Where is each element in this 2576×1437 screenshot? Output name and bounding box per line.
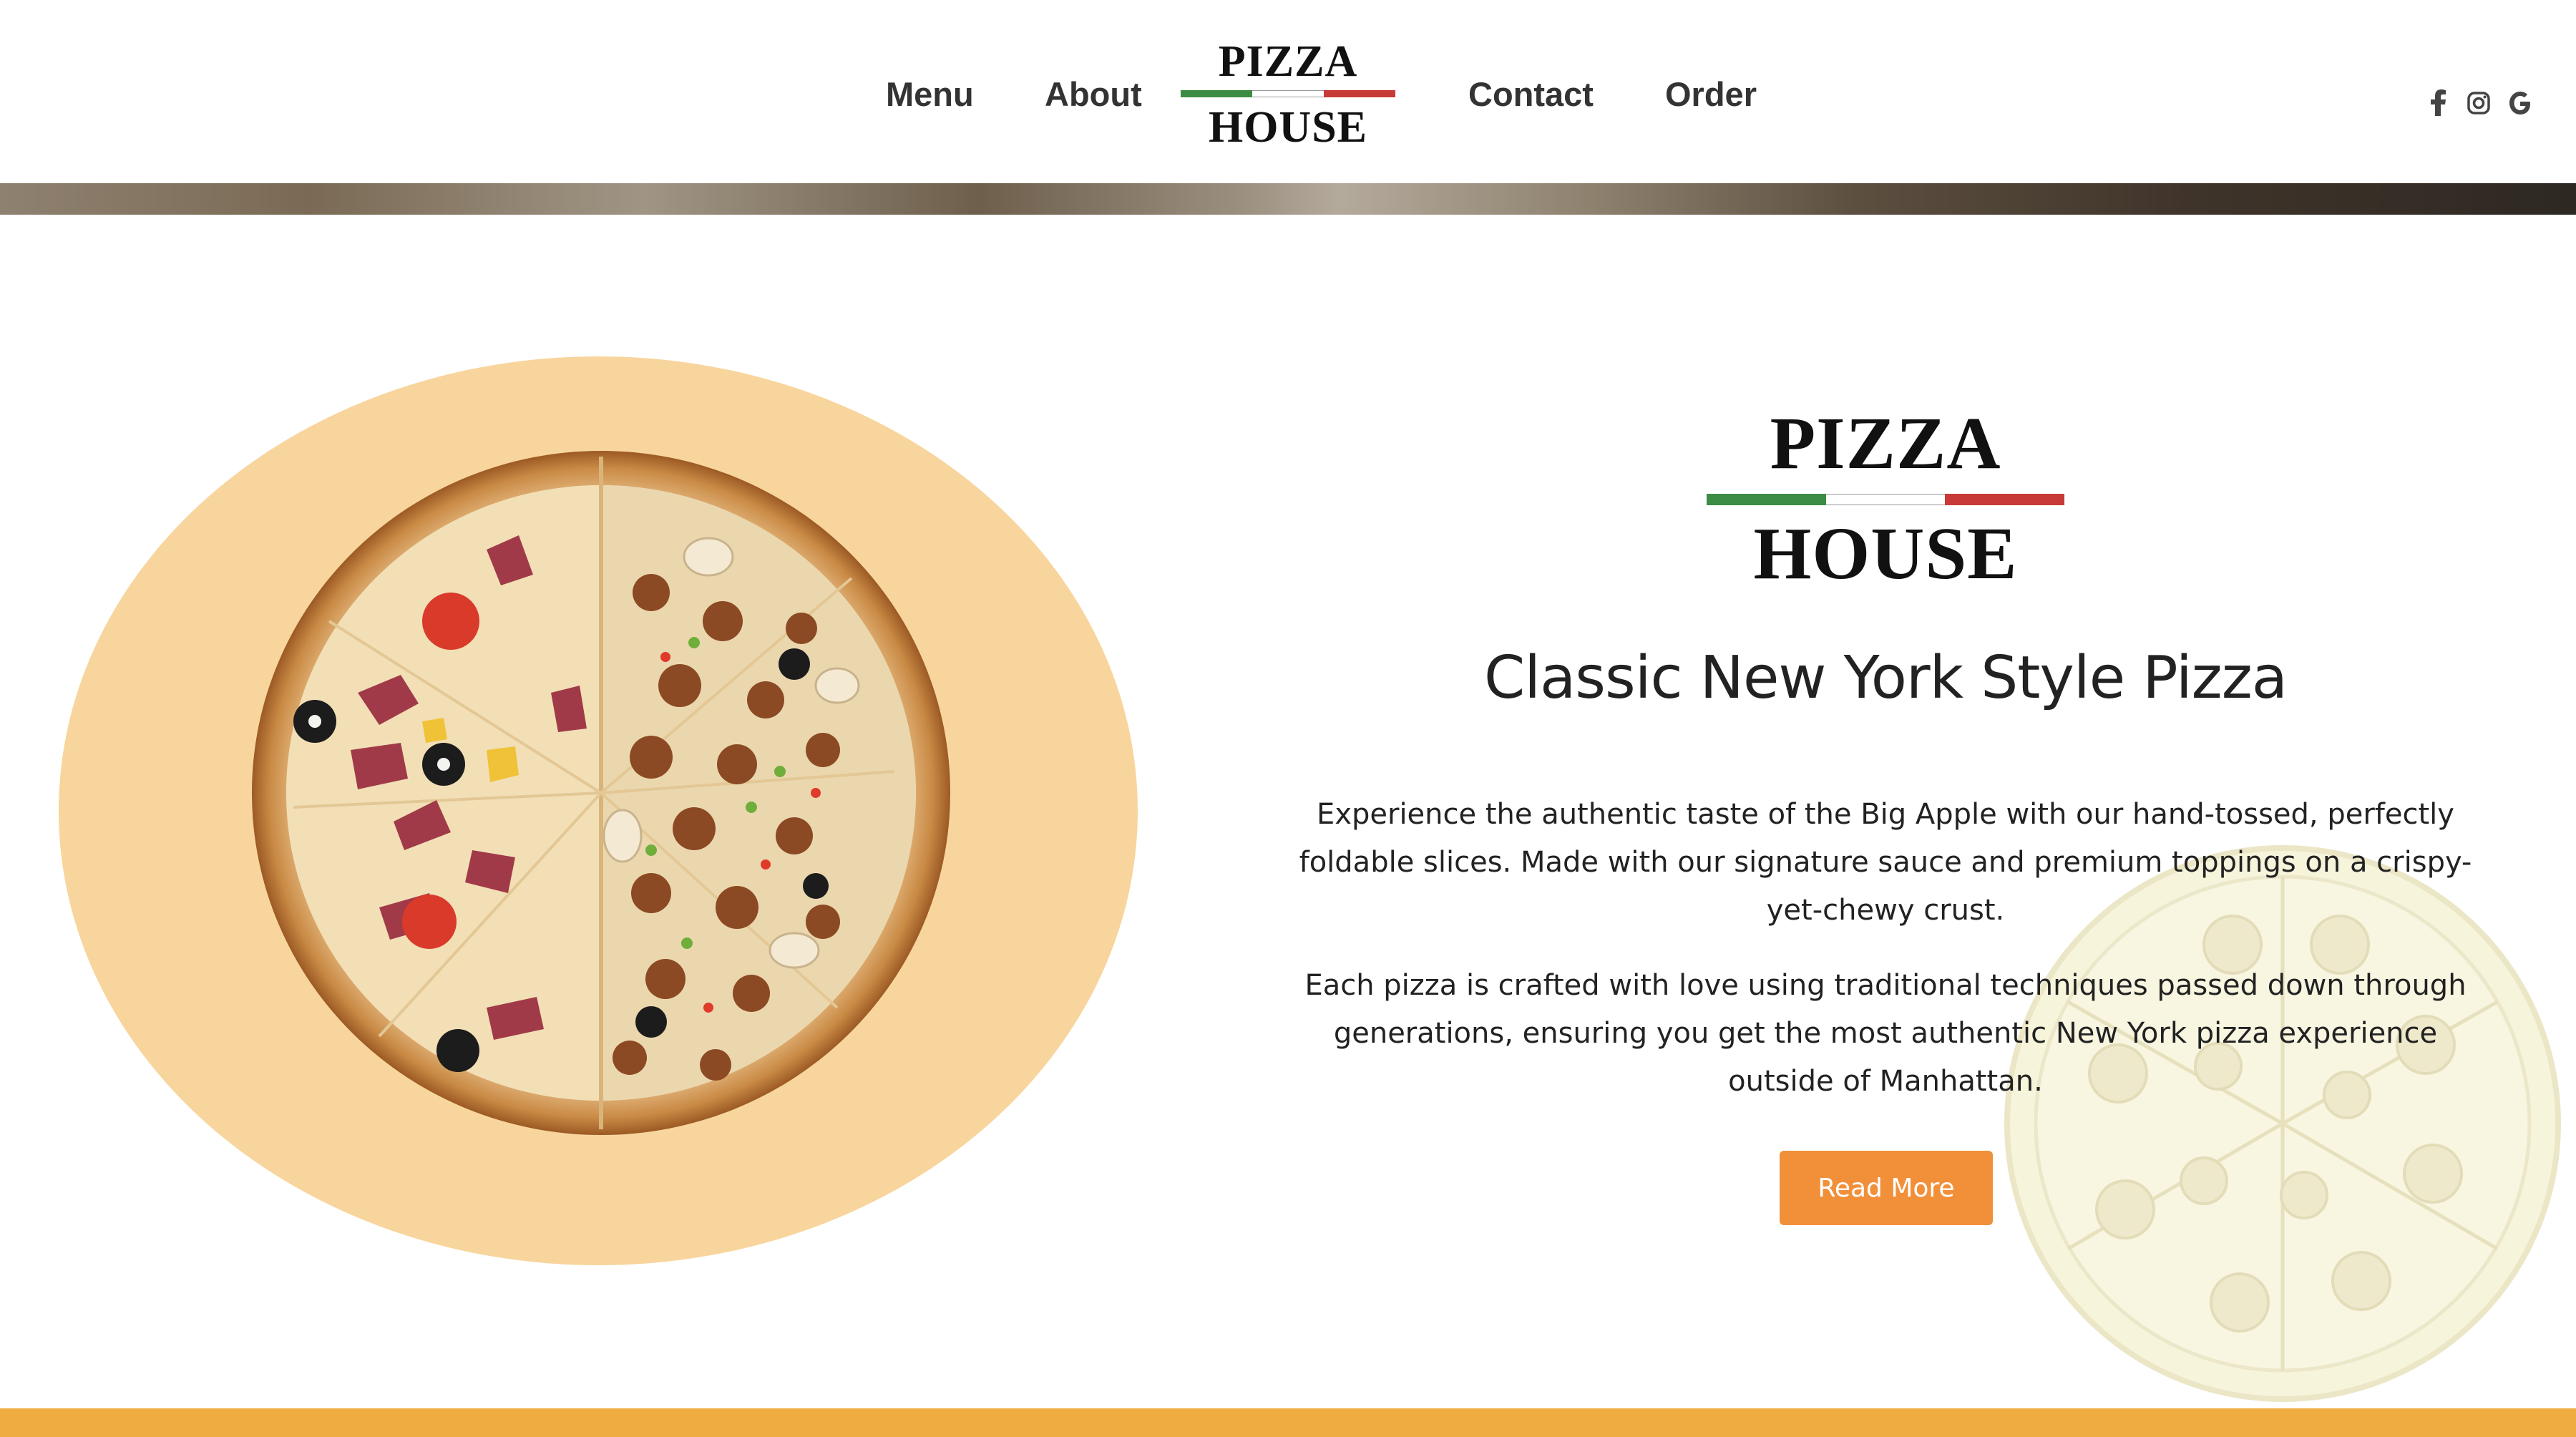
italian-flag-stripe [1181, 90, 1395, 97]
hero-image-strip [0, 183, 2576, 215]
nav-contact-link[interactable]: Contact [1468, 66, 1594, 123]
logo-word-house: HOUSE [1208, 103, 1368, 152]
pizza-image [252, 451, 950, 1135]
header-logo[interactable]: PIZZA HOUSE [1179, 34, 1397, 153]
nav-menu-link[interactable]: Menu [886, 66, 974, 123]
hero-paragraph-2: Each pizza is crafted with love using tr… [1304, 969, 2467, 1098]
hero-subtitle: Classic New York Style Pizza [1483, 644, 2288, 712]
site-header: Menu About PIZZA HOUSE Contact Order [0, 0, 2576, 183]
hero-paragraph-1: Experience the authentic taste of the Bi… [1299, 798, 2472, 927]
logo-word-pizza: PIZZA [1218, 37, 1358, 86]
footer-band [0, 1408, 2576, 1437]
google-icon[interactable] [2504, 87, 2536, 119]
hero-logo: PIZZA HOUSE [1703, 401, 2068, 601]
instagram-icon[interactable] [2463, 87, 2494, 119]
hero-italian-flag-stripe [1707, 494, 2065, 505]
read-more-button[interactable]: Read More [1780, 1151, 1993, 1225]
hero-logo-word-house: HOUSE [1753, 512, 2018, 595]
nav-order-link[interactable]: Order [1665, 66, 1757, 123]
hero-logo-word-pizza: PIZZA [1770, 402, 2001, 484]
facebook-icon[interactable] [2423, 87, 2454, 119]
nav-about-link[interactable]: About [1045, 66, 1142, 123]
